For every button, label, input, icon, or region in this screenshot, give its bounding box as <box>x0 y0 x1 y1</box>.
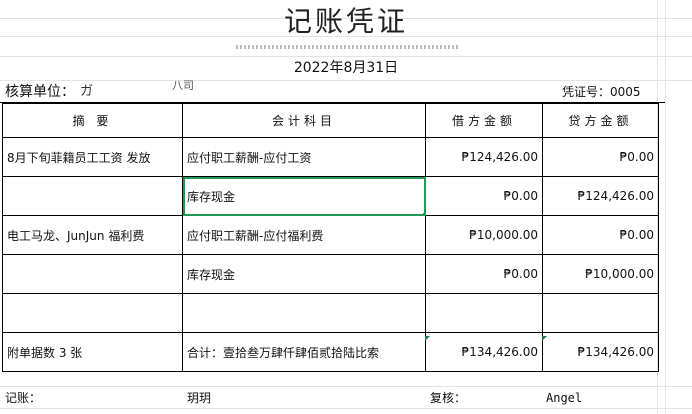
unit-value-tail: 八司 <box>172 79 194 92</box>
header-account[interactable]: 会计科目 <box>182 103 426 138</box>
total-credit[interactable]: ₱134,426.00 <box>542 332 659 372</box>
grid-line <box>0 408 692 409</box>
cell-debit[interactable]: ₱10,000.00 <box>425 215 543 255</box>
total-in-words[interactable]: 合计：壹拾叁万肆仟肆佰贰拾陆比索 <box>182 332 426 372</box>
table-row: 电工马龙、JunJun 福利费 应付职工薪酬-应付福利费 ₱10,000.00 … <box>2 215 659 255</box>
header-debit[interactable]: 借方金额 <box>425 103 543 138</box>
cell-account[interactable]: 应付职工薪酬-应付工资 <box>182 137 426 177</box>
reviewer-label: 复核： <box>430 391 467 405</box>
total-row: 附单据数 3 张 合计：壹拾叁万肆仟肆佰贰拾陆比索 ₱134,426.00 ₱1… <box>2 332 659 372</box>
cell-debit[interactable] <box>425 293 543 333</box>
voucher-date[interactable]: 2022年8月31日 <box>0 58 692 78</box>
cell-account-text: 库存现金 <box>187 189 236 204</box>
cell-account[interactable]: 库存现金 <box>182 254 426 294</box>
cell-credit[interactable]: ₱0.00 <box>542 215 659 255</box>
grid-line <box>0 80 692 81</box>
cell-credit[interactable]: ₱124,426.00 <box>542 176 659 216</box>
cell-account-selected[interactable]: 库存现金 <box>182 176 426 216</box>
cell-credit[interactable]: ₱10,000.00 <box>542 254 659 294</box>
table-row: 库存现金 ₱0.00 ₱10,000.00 <box>2 254 659 294</box>
total-debit[interactable]: ₱134,426.00 <box>425 332 543 372</box>
bookkeeper-name[interactable]: 玥玥 <box>187 390 211 406</box>
cell-credit[interactable]: ₱0.00 <box>542 137 659 177</box>
cell-indicator-icon <box>542 336 547 341</box>
cell-summary[interactable] <box>2 176 183 216</box>
bookkeeper-label: 记账： <box>5 391 42 405</box>
header-summary[interactable]: 摘 要 <box>2 103 183 138</box>
cell-summary[interactable] <box>2 293 183 333</box>
unit-label: 核算单位： <box>5 84 75 100</box>
table-row: 8月下旬菲籍员工工资 发放 应付职工薪酬-应付工资 ₱124,426.00 ₱0… <box>2 137 659 177</box>
table-row: 库存现金 ₱0.00 ₱124,426.00 <box>2 176 659 216</box>
cell-debit[interactable]: ₱0.00 <box>425 176 543 216</box>
cell-summary[interactable] <box>2 254 183 294</box>
grid-line <box>0 386 692 387</box>
cell-summary[interactable]: 8月下旬菲籍员工工资 发放 <box>2 137 183 177</box>
attachments-count[interactable]: 附单据数 3 张 <box>2 332 183 372</box>
cell-debit[interactable]: ₱124,426.00 <box>425 137 543 177</box>
cell-account[interactable] <box>182 293 426 333</box>
header-credit[interactable]: 贷方金额 <box>542 103 659 138</box>
cell-account[interactable]: 应付职工薪酬-应付福利费 <box>182 215 426 255</box>
title-underline <box>236 45 458 49</box>
reviewer-name[interactable]: Angel <box>546 390 582 406</box>
cell-indicator-icon <box>425 336 430 341</box>
table-header-row: 摘 要 会计科目 借方金额 贷方金额 <box>2 103 659 138</box>
unit-value[interactable]: ガ <box>80 84 94 100</box>
voucher-table: 摘 要 会计科目 借方金额 贷方金额 8月下旬菲籍员工工资 发放 应付职工薪酬-… <box>2 103 659 372</box>
voucher-number[interactable]: 凭证号：0005 <box>562 84 641 100</box>
fill-handle[interactable] <box>423 213 425 215</box>
table-row <box>2 293 659 333</box>
cell-summary[interactable]: 电工马龙、JunJun 福利费 <box>2 215 183 255</box>
cell-debit[interactable]: ₱0.00 <box>425 254 543 294</box>
grid-line <box>0 56 692 57</box>
cell-credit[interactable] <box>542 293 659 333</box>
voucher-title: 记账凭证 <box>283 5 408 38</box>
